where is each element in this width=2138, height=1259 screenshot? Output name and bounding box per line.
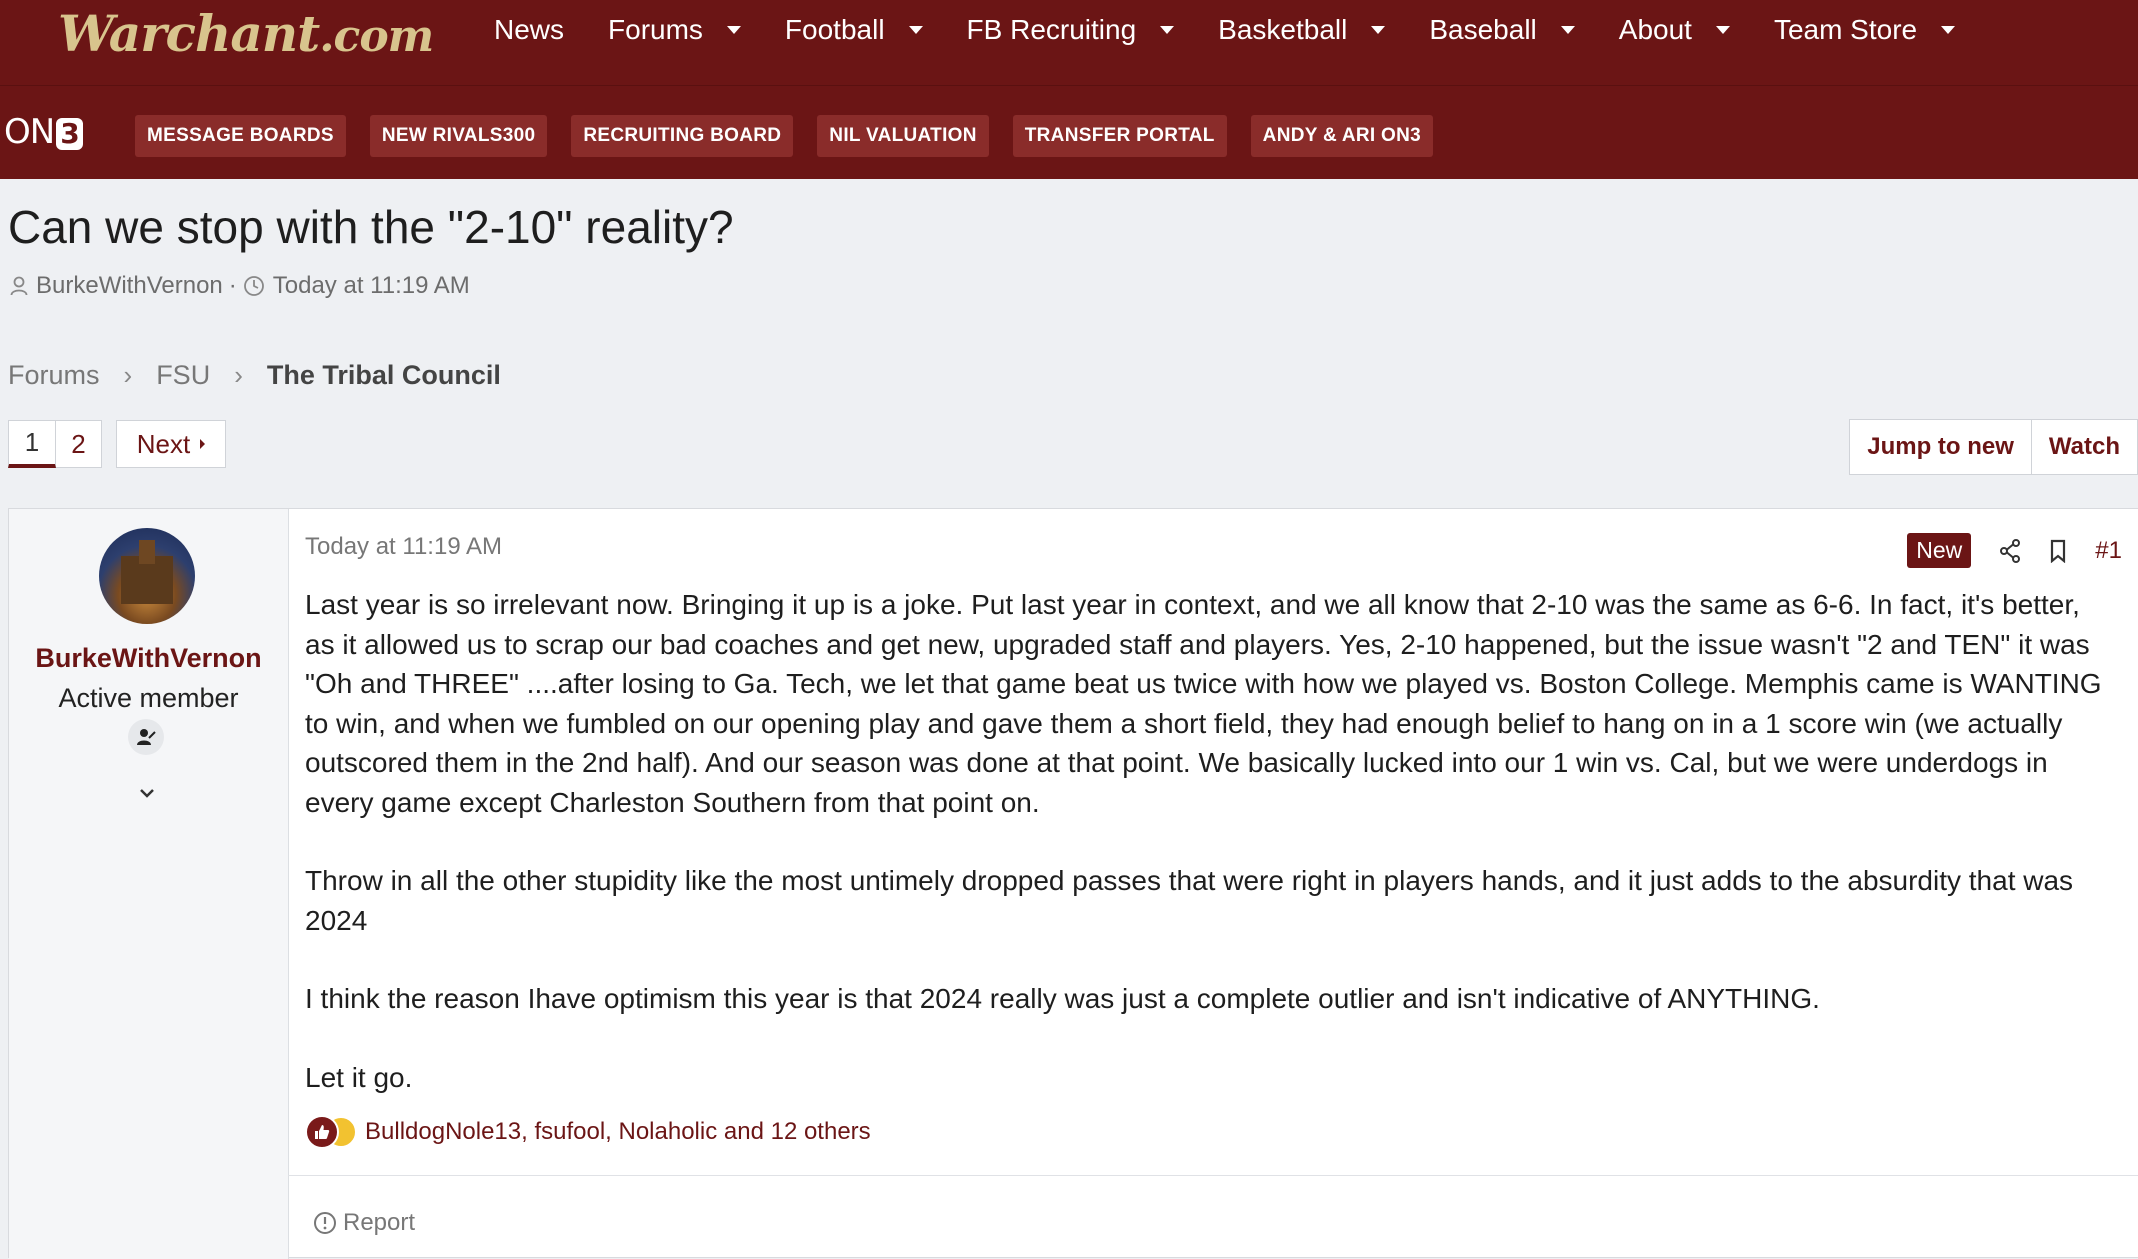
clock-icon [243, 276, 264, 296]
breadcrumb-forums[interactable]: Forums [8, 360, 100, 391]
user-title: Active member [58, 683, 239, 713]
nav-label: Football [784, 14, 885, 45]
thread-time[interactable]: Today at 11:19 AM [273, 272, 470, 300]
caret-down-icon[interactable] [908, 26, 923, 34]
subnav-new-rivals300[interactable]: NEW RIVALS300 [369, 115, 548, 157]
caret-down-icon[interactable] [1941, 26, 1956, 34]
nav-football[interactable]: Football [785, 14, 923, 46]
nav-about[interactable]: About [1619, 14, 1730, 46]
caret-right-icon [200, 439, 206, 449]
site-logo[interactable]: Warchant.com [58, 4, 434, 63]
post-1: BurkeWithVernon Active member Today at 1… [8, 508, 2138, 1259]
caret-down-icon[interactable] [1371, 26, 1386, 34]
thread-author[interactable]: BurkeWithVernon [36, 272, 223, 300]
nav-label: About [1618, 14, 1692, 45]
logo-suffix-text: .com [319, 11, 434, 62]
reactions-text[interactable]: BulldogNole13, fsufool, Nolaholic and 12… [365, 1118, 871, 1146]
nav-label: Forums [608, 14, 703, 45]
post-paragraph: Last year is so irrelevant now. Bringing… [305, 589, 2102, 818]
post-user-panel: BurkeWithVernon Active member [9, 509, 289, 1259]
thumbs-up-icon [305, 1115, 339, 1149]
meta-separator: · [228, 272, 237, 299]
chevron-right-icon: › [234, 360, 243, 390]
subnav-recruiting-board[interactable]: RECRUITING BOARD [571, 115, 794, 157]
reactions-bar[interactable]: BulldogNole13, fsufool, Nolaholic and 12… [305, 1115, 871, 1149]
nav-news[interactable]: News [494, 14, 564, 46]
nav-label: Basketball [1218, 14, 1348, 45]
post-number-link[interactable]: #1 [2095, 537, 2122, 565]
page-1-button[interactable]: 1 [8, 420, 56, 468]
alert-circle-icon [314, 1212, 336, 1234]
breadcrumb-tribal-council[interactable]: The Tribal Council [267, 360, 501, 391]
reaction-icons [305, 1115, 357, 1149]
main-nav: News Forums Football FB Recruiting Baske… [494, 0, 1999, 60]
thread-meta: BurkeWithVernon · Today at 11:19 AM [10, 272, 470, 300]
post-paragraph: Throw in all the other stupidity like th… [305, 865, 2074, 936]
subnav-transfer-portal[interactable]: TRANSFER PORTAL [1012, 115, 1227, 157]
nav-team-store[interactable]: Team Store [1773, 14, 1956, 46]
on3-number: 3 [56, 118, 83, 150]
bookmark-icon[interactable] [2049, 539, 2067, 563]
caret-down-icon[interactable] [726, 26, 741, 34]
new-badge: New [1907, 533, 1972, 568]
nav-label: News [494, 14, 565, 45]
on3-logo[interactable]: ON 3 [4, 112, 83, 152]
sub-nav: MESSAGE BOARDS NEW RIVALS300 RECRUITING … [135, 115, 1457, 157]
post-content: Last year is so irrelevant now. Bringing… [305, 585, 2110, 1136]
page-2-button[interactable]: 2 [56, 420, 102, 468]
caret-down-icon[interactable] [1160, 26, 1175, 34]
site-header: Warchant.com News Forums Football FB Rec… [0, 0, 2138, 86]
logo-main-text: Warchant [58, 4, 320, 63]
post-username[interactable]: BurkeWithVernon [9, 643, 288, 674]
avatar[interactable] [99, 528, 195, 624]
post-paragraph: I think the reason Ihave optimism this y… [305, 983, 1820, 1014]
user-badge-icon[interactable] [128, 719, 164, 755]
breadcrumb-fsu[interactable]: FSU [156, 360, 210, 391]
nav-label: FB Recruiting [966, 14, 1137, 45]
subnav-andy-ari-on3[interactable]: ANDY & ARI ON3 [1250, 115, 1434, 157]
nav-fb-recruiting[interactable]: FB Recruiting [967, 14, 1175, 46]
user-icon [10, 276, 28, 296]
caret-down-icon[interactable] [1560, 26, 1575, 34]
divider [288, 1175, 2138, 1176]
caret-down-icon[interactable] [1715, 26, 1730, 34]
breadcrumb: Forums › FSU › The Tribal Council [8, 360, 501, 391]
report-label: Report [343, 1209, 416, 1236]
report-button[interactable]: Report [313, 1209, 415, 1237]
pagination: 1 2 Next [8, 420, 226, 468]
next-page-button[interactable]: Next [116, 420, 226, 468]
thread-title: Can we stop with the "2-10" reality? [8, 201, 734, 253]
on3-text: ON [4, 112, 55, 152]
jump-to-new-button[interactable]: Jump to new [1849, 419, 2032, 475]
share-icon[interactable] [1999, 538, 2021, 563]
nav-label: Baseball [1429, 14, 1537, 45]
chevron-right-icon: › [123, 360, 133, 390]
watch-button[interactable]: Watch [2031, 419, 2138, 475]
post-time[interactable]: Today at 11:19 AM [305, 533, 502, 561]
post-tools: New #1 [1907, 533, 2122, 568]
post-paragraph: Let it go. [305, 1061, 413, 1093]
post-body: Today at 11:19 AM New #1 Last year is so… [288, 509, 2138, 1259]
nav-forums[interactable]: Forums [608, 14, 741, 46]
nav-label: Team Store [1773, 14, 1918, 45]
nav-baseball[interactable]: Baseball [1429, 14, 1575, 46]
chevron-down-icon[interactable] [138, 787, 156, 799]
next-label: Next [136, 428, 191, 459]
thread-actions: Jump to new Watch [1849, 419, 2138, 475]
nav-basketball[interactable]: Basketball [1218, 14, 1386, 46]
subnav-nil-valuation[interactable]: NIL VALUATION [817, 115, 989, 157]
subnav-message-boards[interactable]: MESSAGE BOARDS [135, 115, 346, 157]
